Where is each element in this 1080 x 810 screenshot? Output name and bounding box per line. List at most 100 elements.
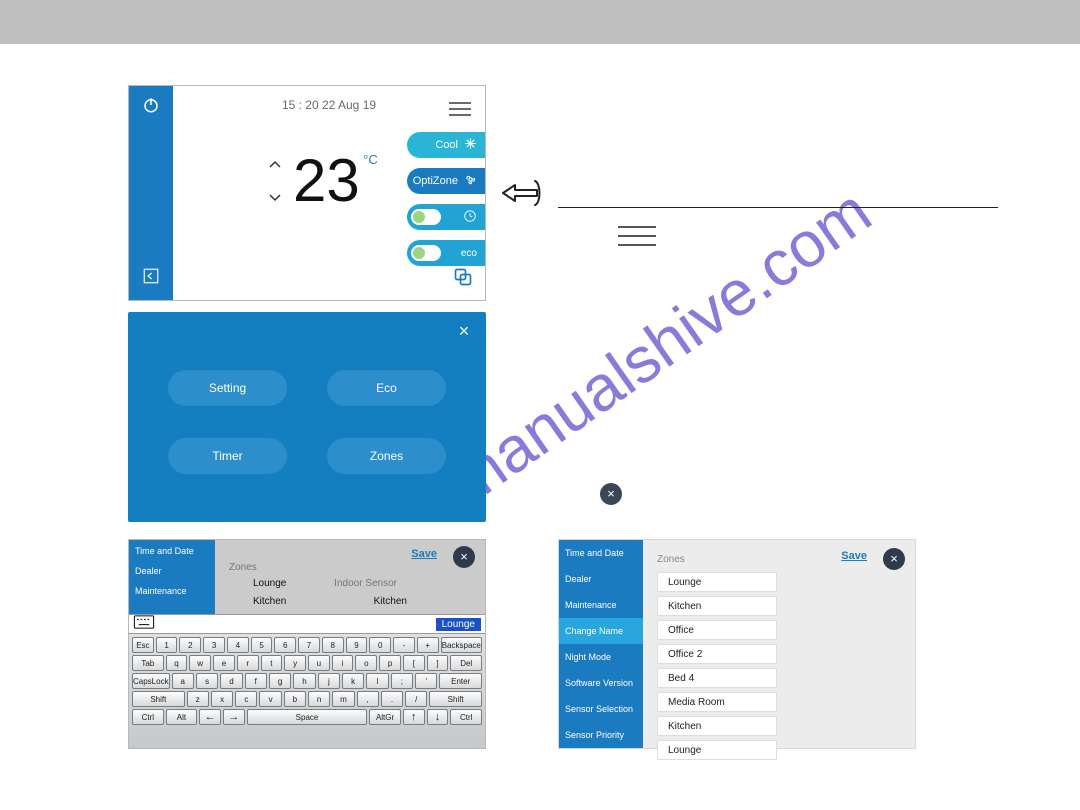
key--[interactable]: ↓ xyxy=(427,709,449,725)
key-esc[interactable]: Esc xyxy=(132,637,154,653)
zone-name-field[interactable]: Media Room xyxy=(657,692,777,712)
key-1[interactable]: 1 xyxy=(156,637,178,653)
key-s[interactable]: s xyxy=(196,673,218,689)
key-h[interactable]: h xyxy=(293,673,315,689)
temp-up-icon[interactable] xyxy=(269,155,281,173)
key-2[interactable]: 2 xyxy=(179,637,201,653)
key-q[interactable]: q xyxy=(166,655,188,671)
key-x[interactable]: x xyxy=(211,691,233,707)
sidebar-item-time-and-date[interactable]: Time and Date xyxy=(559,540,643,566)
key-4[interactable]: 4 xyxy=(227,637,249,653)
zone-name-field[interactable]: Office 2 xyxy=(657,644,777,664)
zone-name-field[interactable]: Lounge xyxy=(657,740,777,760)
close-icon[interactable]: × xyxy=(454,322,474,342)
key-f[interactable]: f xyxy=(245,673,267,689)
sidebar-item-maintenance[interactable]: Maintenance xyxy=(135,586,209,596)
sidebar-item-dealer[interactable]: Dealer xyxy=(559,566,643,592)
key--[interactable]: + xyxy=(417,637,439,653)
sidebar-item-time-date[interactable]: Time and Date xyxy=(135,546,209,556)
key-enter[interactable]: Enter xyxy=(439,673,482,689)
key-3[interactable]: 3 xyxy=(203,637,225,653)
zone-name-field[interactable]: Lounge xyxy=(657,572,777,592)
sidebar-item-change-name[interactable]: Change Name xyxy=(559,618,643,644)
zone-name-input[interactable]: Lounge xyxy=(436,618,481,631)
key-5[interactable]: 5 xyxy=(251,637,273,653)
menu-zones-button[interactable]: Zones xyxy=(327,438,446,474)
sidebar-item-dealer[interactable]: Dealer xyxy=(135,566,209,576)
collapse-icon[interactable] xyxy=(142,267,160,290)
key--[interactable]: ; xyxy=(391,673,413,689)
key--[interactable]: [ xyxy=(403,655,425,671)
zone-name-1[interactable]: Lounge xyxy=(253,578,286,589)
key-z[interactable]: z xyxy=(187,691,209,707)
key--[interactable]: . xyxy=(381,691,403,707)
key-p[interactable]: p xyxy=(379,655,401,671)
key-o[interactable]: o xyxy=(355,655,377,671)
key-8[interactable]: 8 xyxy=(322,637,344,653)
key-c[interactable]: c xyxy=(235,691,257,707)
key--[interactable]: ↑ xyxy=(403,709,425,725)
menu-eco-button[interactable]: Eco xyxy=(327,370,446,406)
zone-name-2[interactable]: Kitchen xyxy=(253,596,286,607)
sidebar-item-maintenance[interactable]: Maintenance xyxy=(559,592,643,618)
menu-timer-button[interactable]: Timer xyxy=(168,438,287,474)
key-m[interactable]: m xyxy=(332,691,354,707)
close-icon[interactable]: × xyxy=(883,548,905,570)
mode-cool-pill[interactable]: Cool xyxy=(407,132,485,158)
key-ctrl[interactable]: Ctrl xyxy=(450,709,482,725)
key-r[interactable]: r xyxy=(237,655,259,671)
key--[interactable]: → xyxy=(223,709,245,725)
key-l[interactable]: l xyxy=(366,673,388,689)
key-d[interactable]: d xyxy=(220,673,242,689)
key--[interactable]: - xyxy=(393,637,415,653)
key-altgr[interactable]: AltGr xyxy=(369,709,401,725)
key-y[interactable]: y xyxy=(284,655,306,671)
key-7[interactable]: 7 xyxy=(298,637,320,653)
key-b[interactable]: b xyxy=(284,691,306,707)
save-button[interactable]: Save xyxy=(411,548,437,560)
key-a[interactable]: a xyxy=(172,673,194,689)
key-alt[interactable]: Alt xyxy=(166,709,198,725)
zones-icon[interactable] xyxy=(453,267,473,292)
key-j[interactable]: j xyxy=(318,673,340,689)
key-space[interactable]: Space xyxy=(247,709,368,725)
optizone-pill[interactable]: OptiZone xyxy=(407,168,485,194)
key-tab[interactable]: Tab xyxy=(132,655,164,671)
timer-toggle-pill[interactable] xyxy=(407,204,485,230)
key-w[interactable]: w xyxy=(189,655,211,671)
key--[interactable]: , xyxy=(357,691,379,707)
power-icon[interactable] xyxy=(142,96,160,119)
menu-setting-button[interactable]: Setting xyxy=(168,370,287,406)
eco-toggle-pill[interactable]: eco xyxy=(407,240,485,266)
temp-down-icon[interactable] xyxy=(269,189,281,207)
key-t[interactable]: t xyxy=(261,655,283,671)
hamburger-icon[interactable] xyxy=(449,98,471,120)
sensor-value-2[interactable]: Kitchen xyxy=(374,596,407,607)
save-button[interactable]: Save xyxy=(841,550,867,562)
key-shift[interactable]: Shift xyxy=(132,691,185,707)
key--[interactable]: ← xyxy=(199,709,221,725)
zone-name-field[interactable]: Kitchen xyxy=(657,596,777,616)
key-i[interactable]: i xyxy=(332,655,354,671)
sidebar-item-software-version[interactable]: Software Version xyxy=(559,670,643,696)
key--[interactable]: ' xyxy=(415,673,437,689)
key-e[interactable]: e xyxy=(213,655,235,671)
key-del[interactable]: Del xyxy=(450,655,482,671)
key-0[interactable]: 0 xyxy=(369,637,391,653)
key-g[interactable]: g xyxy=(269,673,291,689)
zone-name-field[interactable]: Bed 4 xyxy=(657,668,777,688)
sidebar-item-sensor-selection[interactable]: Sensor Selection xyxy=(559,696,643,722)
key-v[interactable]: v xyxy=(259,691,281,707)
sidebar-item-night-mode[interactable]: Night Mode xyxy=(559,644,643,670)
zone-name-field[interactable]: Kitchen xyxy=(657,716,777,736)
keyboard-icon[interactable] xyxy=(133,615,155,634)
key-shift[interactable]: Shift xyxy=(429,691,482,707)
zone-name-field[interactable]: Office xyxy=(657,620,777,640)
key--[interactable]: ] xyxy=(427,655,449,671)
key-u[interactable]: u xyxy=(308,655,330,671)
key-k[interactable]: k xyxy=(342,673,364,689)
sidebar-item-sensor-priority[interactable]: Sensor Priority xyxy=(559,722,643,748)
key-n[interactable]: n xyxy=(308,691,330,707)
key-backspace[interactable]: Backspace xyxy=(441,637,482,653)
key-capslock[interactable]: CapsLock xyxy=(132,673,170,689)
